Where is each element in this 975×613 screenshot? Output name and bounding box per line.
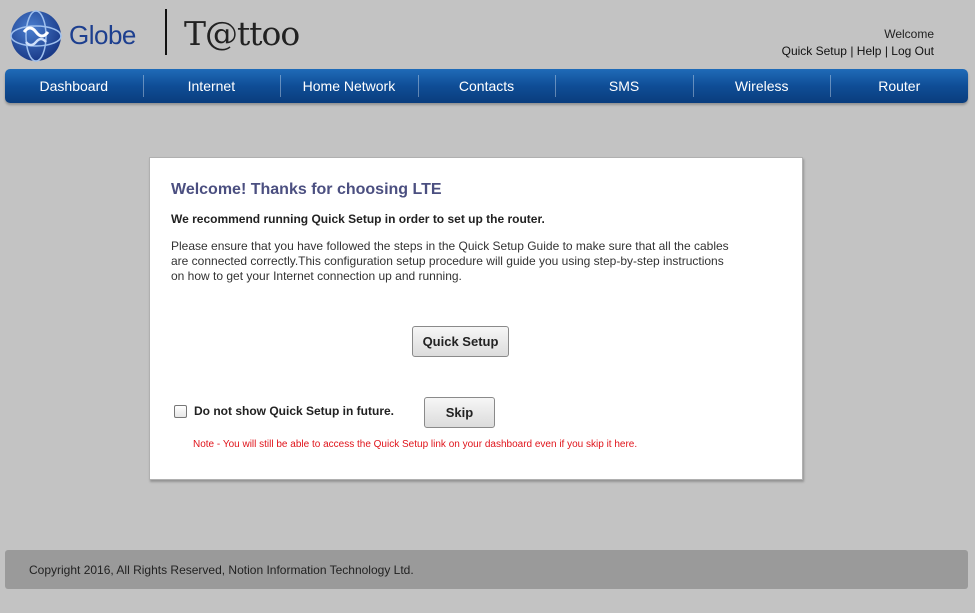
quick-setup-button[interactable]: Quick Setup	[412, 326, 509, 357]
brand-name: Globe	[69, 20, 136, 50]
logo-divider	[165, 9, 167, 55]
welcome-panel: Welcome! Thanks for choosing LTE We reco…	[149, 157, 803, 480]
welcome-text: Welcome	[884, 27, 934, 41]
panel-title: Welcome! Thanks for choosing LTE	[171, 181, 442, 198]
nav-item-home-network[interactable]: Home Network	[280, 69, 418, 103]
header: Globe T@ttoo Welcome Quick Setup | Help …	[0, 0, 975, 68]
help-link[interactable]: Help	[857, 44, 882, 58]
checkbox-icon[interactable]	[174, 405, 187, 418]
nav-item-dashboard[interactable]: Dashboard	[5, 69, 143, 103]
link-separator: |	[850, 44, 854, 58]
globe-logo-icon	[10, 10, 62, 62]
panel-body-text: Please ensure that you have followed the…	[171, 239, 729, 283]
main-nav: Dashboard Internet Home Network Contacts…	[5, 69, 968, 103]
nav-item-sms[interactable]: SMS	[555, 69, 693, 103]
nav-item-internet[interactable]: Internet	[142, 69, 281, 103]
quick-setup-link[interactable]: Quick Setup	[782, 44, 847, 58]
skip-note: Note - You will still be able to access …	[193, 439, 638, 450]
top-links: Quick Setup | Help | Log Out	[782, 44, 934, 58]
footer: Copyright 2016, All Rights Reserved, Not…	[5, 550, 968, 589]
skip-button[interactable]: Skip	[424, 397, 495, 428]
nav-item-wireless[interactable]: Wireless	[692, 69, 831, 103]
nav-item-router[interactable]: Router	[830, 69, 968, 103]
panel-subtitle: We recommend running Quick Setup in orde…	[171, 212, 545, 226]
copyright-text: Copyright 2016, All Rights Reserved, Not…	[29, 562, 414, 577]
product-name: T@ttoo	[184, 14, 300, 53]
nav-item-contacts[interactable]: Contacts	[417, 69, 556, 103]
do-not-show-label[interactable]: Do not show Quick Setup in future.	[194, 404, 394, 418]
logout-link[interactable]: Log Out	[891, 44, 934, 58]
link-separator: |	[884, 44, 888, 58]
